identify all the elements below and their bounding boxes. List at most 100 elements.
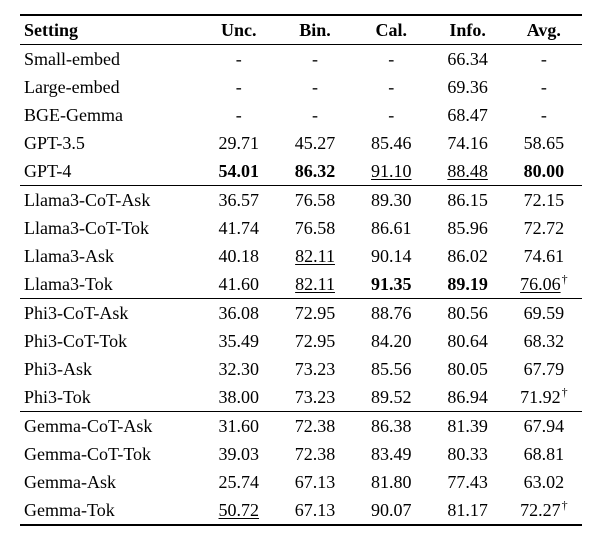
cell-value: 80.64 <box>429 327 505 355</box>
cell-setting: Phi3-Tok <box>20 383 201 412</box>
cell-text: 90.07 <box>371 500 412 520</box>
cell-value: 91.10 <box>353 157 429 186</box>
cell-value: 25.74 <box>201 468 277 496</box>
cell-value: 84.20 <box>353 327 429 355</box>
cell-text: 83.49 <box>371 444 412 464</box>
cell-value: 72.38 <box>277 440 353 468</box>
cell-value: 58.65 <box>506 129 582 157</box>
cell-text: 68.32 <box>524 331 565 351</box>
cell-text: 68.81 <box>524 444 565 464</box>
cell-text: 81.39 <box>447 416 488 436</box>
cell-text: 86.32 <box>295 161 336 181</box>
cell-text: GPT-4 <box>24 161 71 181</box>
table-row: GPT-3.529.7145.2785.4674.1658.65 <box>20 129 582 157</box>
cell-value: 80.56 <box>429 299 505 328</box>
cell-value: - <box>506 73 582 101</box>
cell-text: 73.23 <box>295 387 336 407</box>
cell-value: 41.74 <box>201 214 277 242</box>
cell-value: - <box>201 73 277 101</box>
cell-setting: Llama3-CoT-Ask <box>20 186 201 215</box>
cell-value: 67.13 <box>277 496 353 525</box>
cell-text: 69.59 <box>524 303 565 323</box>
cell-text: - <box>236 49 242 69</box>
cell-setting: Phi3-CoT-Tok <box>20 327 201 355</box>
cell-text: 81.17 <box>447 500 488 520</box>
cell-value: 89.19 <box>429 270 505 299</box>
cell-text: 58.65 <box>524 133 565 153</box>
table-row: Llama3-CoT-Ask36.5776.5889.3086.1572.15 <box>20 186 582 215</box>
cell-text: 80.05 <box>447 359 488 379</box>
results-table-container: Setting Unc. Bin. Cal. Info. Avg. Small-… <box>0 0 602 540</box>
cell-value: 31.60 <box>201 412 277 441</box>
cell-text: 85.56 <box>371 359 412 379</box>
cell-text: 50.72 <box>219 500 260 520</box>
cell-text: BGE-Gemma <box>24 105 123 125</box>
cell-value: 50.72 <box>201 496 277 525</box>
results-table: Setting Unc. Bin. Cal. Info. Avg. Small-… <box>20 14 582 526</box>
cell-text: 71.92 <box>520 387 561 407</box>
cell-text: Phi3-CoT-Ask <box>24 303 128 323</box>
cell-value: 67.13 <box>277 468 353 496</box>
cell-value: 72.95 <box>277 327 353 355</box>
cell-value: 29.71 <box>201 129 277 157</box>
cell-text: 91.10 <box>371 161 412 181</box>
cell-value: 82.11 <box>277 242 353 270</box>
cell-text: 76.58 <box>295 218 336 238</box>
cell-value: 81.39 <box>429 412 505 441</box>
cell-text: 74.16 <box>447 133 488 153</box>
cell-setting: BGE-Gemma <box>20 101 201 129</box>
table-row: Gemma-CoT-Tok39.0372.3883.4980.3368.81 <box>20 440 582 468</box>
cell-text: 86.94 <box>447 387 488 407</box>
cell-value: 90.07 <box>353 496 429 525</box>
cell-value: 72.27† <box>506 496 582 525</box>
table-row: Phi3-Ask32.3073.2385.5680.0567.79 <box>20 355 582 383</box>
cell-value: - <box>353 101 429 129</box>
table-row: Llama3-Ask40.1882.1190.1486.0274.61 <box>20 242 582 270</box>
cell-value: 83.49 <box>353 440 429 468</box>
cell-text: 84.20 <box>371 331 412 351</box>
cell-value: 91.35 <box>353 270 429 299</box>
table-row: Small-embed---66.34- <box>20 45 582 74</box>
cell-value: 72.72 <box>506 214 582 242</box>
col-info: Info. <box>429 15 505 45</box>
table-row: Phi3-CoT-Ask36.0872.9588.7680.5669.59 <box>20 299 582 328</box>
cell-value: 72.95 <box>277 299 353 328</box>
cell-setting: Llama3-Tok <box>20 270 201 299</box>
cell-text: GPT-3.5 <box>24 133 85 153</box>
cell-value: 77.43 <box>429 468 505 496</box>
cell-value: 89.30 <box>353 186 429 215</box>
cell-value: 82.11 <box>277 270 353 299</box>
cell-value: - <box>277 101 353 129</box>
cell-text: Gemma-Ask <box>24 472 116 492</box>
cell-text: 89.19 <box>447 274 488 294</box>
cell-text: 85.46 <box>371 133 412 153</box>
cell-text: Large-embed <box>24 77 120 97</box>
cell-text: - <box>312 77 318 97</box>
table-row: Gemma-Tok50.7267.1390.0781.1772.27† <box>20 496 582 525</box>
cell-value: 89.52 <box>353 383 429 412</box>
cell-text: 66.34 <box>447 49 488 69</box>
cell-text: 72.95 <box>295 303 336 323</box>
cell-value: 72.15 <box>506 186 582 215</box>
cell-text: 85.96 <box>447 218 488 238</box>
cell-setting: Gemma-CoT-Tok <box>20 440 201 468</box>
cell-text: Llama3-Tok <box>24 274 113 294</box>
cell-text: 81.80 <box>371 472 412 492</box>
cell-value: - <box>506 101 582 129</box>
cell-value: 85.96 <box>429 214 505 242</box>
cell-text: 80.64 <box>447 331 488 351</box>
cell-setting: Llama3-Ask <box>20 242 201 270</box>
cell-value: 54.01 <box>201 157 277 186</box>
cell-setting: Llama3-CoT-Tok <box>20 214 201 242</box>
cell-text: 41.60 <box>219 274 260 294</box>
cell-text: - <box>541 77 547 97</box>
cell-text: 76.58 <box>295 190 336 210</box>
col-setting: Setting <box>20 15 201 45</box>
cell-text: - <box>388 77 394 97</box>
cell-text: 36.08 <box>219 303 260 323</box>
cell-value: 67.94 <box>506 412 582 441</box>
table-row: Gemma-CoT-Ask31.6072.3886.3881.3967.94 <box>20 412 582 441</box>
cell-value: 68.81 <box>506 440 582 468</box>
cell-value: 32.30 <box>201 355 277 383</box>
cell-text: 82.11 <box>295 274 335 294</box>
